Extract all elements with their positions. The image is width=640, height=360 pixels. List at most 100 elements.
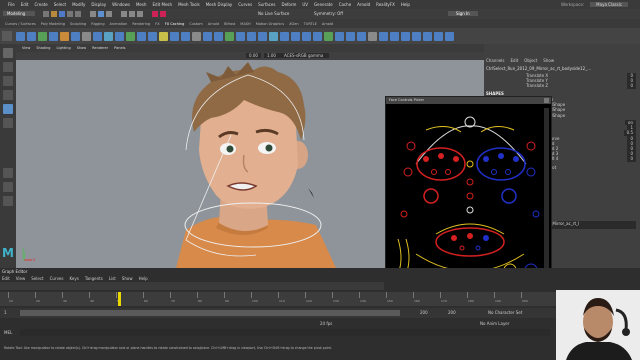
color-space-dropdown[interactable]: ACES-sRGB gamma [278,53,330,58]
menu-item[interactable]: Modify [72,2,85,7]
menu-item[interactable]: Mesh [136,2,147,7]
shelf-tool-icon[interactable] [302,31,311,41]
menu-item[interactable]: UV [302,2,308,7]
shelf-tool-icon[interactable] [104,31,113,41]
menu-item[interactable]: Generate [314,2,333,7]
paint-select-icon[interactable] [3,76,13,86]
move-tool-icon[interactable] [3,90,13,100]
graph-menu-item[interactable]: Select [31,276,43,281]
shelf-tab[interactable]: Arnold [322,22,333,26]
menu-item[interactable]: Deform [281,2,296,7]
shelf-tool-icon[interactable] [357,31,366,41]
range-mid-field[interactable]: 200 [420,310,428,315]
menu-item[interactable]: Curves [238,2,252,7]
range-slider[interactable]: 1 200 200 No Character Set [0,308,556,318]
viewport-field-2[interactable]: 1.00 [264,53,279,58]
shelf-tool-icon[interactable] [379,31,388,41]
lasso-tool-icon[interactable] [3,62,13,72]
viewport-menu-item[interactable]: View [22,46,30,50]
rotate-tool-icon[interactable] [3,104,13,114]
viewport-field-1[interactable]: 0.00 [246,53,261,58]
save-scene-icon[interactable] [59,11,65,17]
picker-canvas[interactable] [386,104,551,289]
fps-dropdown[interactable]: 24 fps [320,321,332,326]
shelf-tool-icon[interactable] [49,31,58,41]
shelf-tab[interactable]: Animation [110,22,128,26]
select-hierarchy-icon[interactable] [90,11,96,17]
shelf-tab[interactable]: Bifrost [224,22,235,26]
snap-grid-icon[interactable] [121,11,127,17]
select-object-icon[interactable] [98,11,104,17]
graph-menu-item[interactable]: Keys [69,276,78,281]
menu-item[interactable]: Mesh Tools [178,2,200,7]
open-scene-icon[interactable] [51,11,57,17]
shelf-tool-icon[interactable] [313,31,322,41]
shelf-tool-icon[interactable] [38,31,47,41]
viewport-menu-item[interactable]: Lighting [57,46,71,50]
shelf-tool-icon[interactable] [445,31,454,41]
menu-item[interactable]: Edit [21,2,29,7]
workspace-select[interactable]: Maya Classic [590,2,628,7]
shelf-tool-icon[interactable] [181,31,190,41]
layout-two-icon[interactable] [3,196,13,206]
shelf-tool-icon[interactable] [214,31,223,41]
channel-row[interactable]: Translate Z 0 [486,83,636,89]
viewport-menu-item[interactable]: Panels [114,46,125,50]
channel-box-tab[interactable]: Show [543,58,554,63]
new-scene-icon[interactable] [43,11,49,17]
symmetry-dropdown[interactable]: Symmetry: Off [314,11,343,16]
picker-close-icon[interactable] [544,98,549,103]
shelf-tool-icon[interactable] [269,31,278,41]
render-icon[interactable] [152,11,158,17]
graph-menu-item[interactable]: View [16,276,26,281]
menu-item[interactable]: Surfaces [258,2,275,7]
attr-value[interactable]: 0 [627,83,636,89]
menu-item[interactable]: File [8,2,15,7]
shelf-tool-icon[interactable] [368,31,377,41]
shelf-tab[interactable]: Rendering [132,22,150,26]
shelf-tool-icon[interactable] [126,31,135,41]
graph-menu-item[interactable]: List [109,276,116,281]
menu-item[interactable]: Select [54,2,66,7]
shelf-tool-icon[interactable] [170,31,179,41]
timeline[interactable]: 1020304050607080901001101201301401501601… [0,292,556,306]
channel-box-tab[interactable]: Object [524,58,537,63]
shelf-tab[interactable]: Custom [189,22,202,26]
channel-node-name[interactable]: CtrlSelect_Run_2012_09_Mirror_ac_rt_body… [486,66,636,71]
channel-box-tab[interactable]: Edit [511,58,519,63]
shelf-tool-icon[interactable] [225,31,234,41]
graph-menu-item[interactable]: Curves [50,276,64,281]
shelf-tool-icon[interactable] [434,31,443,41]
shelf-tool-icon[interactable] [280,31,289,41]
shelf-tab[interactable]: TURTLE [304,22,317,26]
menu-item[interactable]: Help [401,2,410,7]
graph-menu-item[interactable]: Edit [2,276,10,281]
command-line[interactable] [20,329,550,336]
shelf-tool-icon[interactable] [401,31,410,41]
shelf-tool-icon[interactable] [71,31,80,41]
shelf-tool-icon[interactable] [247,31,256,41]
shelf-tool-icon[interactable] [192,31,201,41]
mode-dropdown[interactable]: Modeling [3,11,35,16]
shelf-tool-icon[interactable] [27,31,36,41]
shelf-tab[interactable]: FX Caching [165,22,185,26]
select-tool-icon[interactable] [3,48,13,58]
menu-item[interactable]: Mesh Display [206,2,233,7]
graph-menu-item[interactable]: Help [139,276,148,281]
range-start-field[interactable]: 1 [4,310,7,315]
shelf-left-icon[interactable] [2,31,12,41]
undo-icon[interactable] [67,11,73,17]
select-component-icon[interactable] [106,11,112,17]
shelf-tab[interactable]: FX [155,22,159,26]
live-surface-label[interactable]: No Live Surface [258,11,289,16]
viewport-menu-item[interactable]: Show [77,46,86,50]
viewport-menu-item[interactable]: Shading [36,46,50,50]
redo-icon[interactable] [75,11,81,17]
shelf-tool-icon[interactable] [93,31,102,41]
shelf-tool-icon[interactable] [291,31,300,41]
shelf-tool-icon[interactable] [390,31,399,41]
layout-single-icon[interactable] [3,168,13,178]
current-frame-marker[interactable] [118,292,121,306]
layout-four-icon[interactable] [3,182,13,192]
shelf-tool-icon[interactable] [115,31,124,41]
